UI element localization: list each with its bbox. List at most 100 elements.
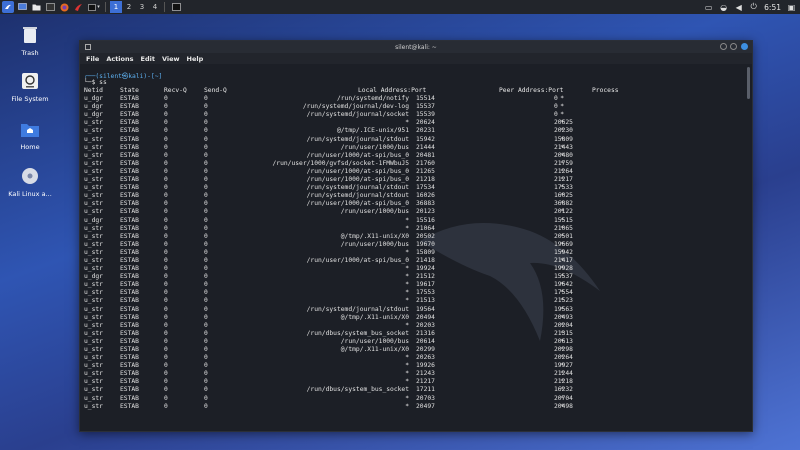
cell-state: ESTAB: [120, 224, 139, 232]
home-folder-icon: [19, 118, 41, 140]
table-row: u_str ESTAB 0 0 * 17553 * 17554: [84, 289, 744, 297]
power-icon[interactable]: ⏻: [749, 2, 758, 12]
trash-icon: [19, 24, 41, 46]
scrollbar[interactable]: [747, 67, 750, 99]
terminal-launcher[interactable]: [44, 1, 56, 13]
lock-icon[interactable]: ▣: [787, 3, 796, 12]
cell-state: ESTAB: [120, 216, 139, 224]
cell-netid: u_str: [84, 208, 103, 216]
table-row: u_dgr ESTAB 0 0/run/systemd/journal/socket 1…: [84, 111, 744, 119]
cell-local-address: *: [405, 378, 409, 386]
cell-local-address: /run/systemd/journal/dev-log: [302, 103, 409, 111]
table-row: u_str ESTAB 0 0 * 21217 * 21218: [84, 378, 744, 386]
cell-peer-port: 21065: [554, 224, 573, 232]
window-titlebar[interactable]: silent@kali: ~: [80, 41, 752, 53]
terminal-dropdown[interactable]: ▾: [86, 1, 102, 13]
cell-local-port: 20494: [416, 313, 435, 321]
cell-local-address: /run/dbus/system_bus_socket: [306, 386, 409, 394]
col-header-peer: Peer Address:Port: [499, 87, 564, 94]
cell-sendq: 0: [204, 305, 208, 313]
cell-state: ESTAB: [120, 167, 139, 175]
cell-local-address: *: [405, 362, 409, 370]
desktop-icon-trash[interactable]: Trash: [0, 24, 65, 57]
cell-local-port: 21217: [416, 378, 435, 386]
cell-state: ESTAB: [120, 232, 139, 240]
cell-recvq: 0: [164, 313, 168, 321]
clock[interactable]: 6:51: [764, 3, 781, 12]
desktop-icon-label: Kali Linux a...: [8, 190, 52, 198]
cell-local-port: 19564: [416, 305, 435, 313]
cell-state: ESTAB: [120, 386, 139, 394]
cell-local-address: /run/user/1000/bus: [340, 208, 409, 216]
menu-view[interactable]: View: [162, 55, 180, 63]
cell-local-address: *: [405, 224, 409, 232]
cell-sendq: 0: [204, 402, 208, 410]
menu-file[interactable]: File: [86, 55, 99, 63]
cell-netid: u_str: [84, 370, 103, 378]
firefox-launcher[interactable]: [58, 1, 70, 13]
workspace-4[interactable]: 4: [149, 1, 161, 13]
terminal-output[interactable]: ┌──(silent㉿kali)-[~] └─$ ss Netid State …: [84, 71, 744, 431]
cell-recvq: 0: [164, 297, 168, 305]
desktop-icon-home[interactable]: Home: [0, 118, 65, 151]
desktop-icon-file-system[interactable]: File System: [0, 70, 65, 103]
menu-help[interactable]: Help: [187, 55, 204, 63]
cell-local-address: @/tmp/.X11-unix/X0: [340, 346, 409, 353]
cell-peer-port: 17533: [554, 184, 573, 192]
volume-icon[interactable]: ◀: [734, 3, 743, 12]
cell-recvq: 0: [164, 151, 168, 159]
cell-peer-port: 0: [554, 111, 558, 119]
maximize-button[interactable]: [730, 43, 737, 50]
cell-netid: u_str: [84, 135, 103, 143]
dragon-icon: [74, 3, 82, 11]
desktop-icon: [17, 3, 27, 10]
menu-actions[interactable]: Actions: [106, 55, 133, 63]
workspace-3[interactable]: 3: [136, 1, 148, 13]
cell-netid: u_str: [84, 321, 103, 329]
cell-netid: u_str: [84, 184, 103, 192]
folder-icon: [32, 4, 40, 11]
cell-local-port: 20497: [416, 402, 435, 410]
cell-state: ESTAB: [120, 273, 139, 281]
taskbar-terminal-window[interactable]: [170, 1, 182, 13]
cell-local-address: *: [405, 354, 409, 362]
cell-recvq: 0: [164, 167, 168, 175]
cell-recvq: 0: [164, 103, 168, 111]
cell-netid: u_dgr: [84, 111, 103, 119]
terminal-icon: [88, 3, 97, 11]
menu-edit[interactable]: Edit: [141, 55, 155, 63]
cell-recvq: 0: [164, 119, 168, 127]
app-menu-button[interactable]: [2, 1, 14, 13]
show-desktop-button[interactable]: [16, 1, 28, 13]
cell-sendq: 0: [204, 289, 208, 297]
cell-local-port: 20703: [416, 394, 435, 402]
table-row: u_str ESTAB 0 0/run/user/1000/at-spi/bus_0 3…: [84, 200, 744, 208]
cell-peer-port: 21759: [554, 159, 573, 167]
terminal-window[interactable]: silent@kali: ~ File Actions Edit View He…: [79, 40, 753, 432]
desktop-icon-kali-disc[interactable]: Kali Linux a...: [0, 165, 65, 198]
cell-peer-port: 21217: [554, 176, 573, 184]
table-row: u_str ESTAB 0 0/run/user/1000/bus 21444 * 2144…: [84, 144, 744, 152]
cell-sendq: 0: [204, 370, 208, 378]
bell-icon[interactable]: ◒: [719, 3, 728, 12]
cell-sendq: 0: [204, 151, 208, 159]
cell-netid: u_str: [84, 329, 103, 337]
keyboard-icon[interactable]: ▭: [704, 3, 713, 12]
cell-recvq: 0: [164, 143, 168, 151]
cell-state: ESTAB: [120, 111, 139, 119]
tools-launcher[interactable]: [72, 1, 84, 13]
cell-local-address: *: [405, 216, 409, 224]
workspace-1[interactable]: 1: [110, 1, 122, 13]
close-button[interactable]: [741, 43, 748, 50]
cell-peer-port: 20122: [554, 208, 573, 216]
cell-sendq: 0: [204, 378, 208, 386]
table-row: u_str ESTAB 0 0 * 20703 * 20704: [84, 395, 744, 403]
cell-sendq: 0: [204, 184, 208, 192]
file-manager-launcher[interactable]: [30, 1, 42, 13]
workspace-2[interactable]: 2: [123, 1, 135, 13]
cell-recvq: 0: [164, 184, 168, 192]
table-row: u_str ESTAB 0 0/run/dbus/system_bus_socket 1…: [84, 386, 744, 394]
cell-state: ESTAB: [120, 240, 139, 248]
minimize-button[interactable]: [720, 43, 727, 50]
cell-state: ESTAB: [120, 192, 139, 200]
